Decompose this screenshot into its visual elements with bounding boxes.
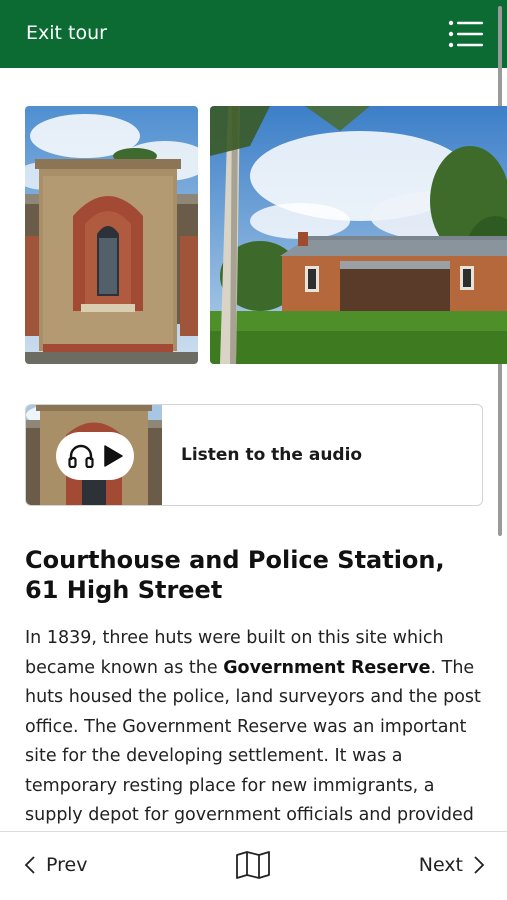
body-text-part2: . The huts housed the police, land surve… [25,657,481,826]
courthouse-facade-photo[interactable] [25,106,198,364]
article-body: In 1839, three huts were built on this s… [25,624,485,831]
government-reserve-bold: Government Reserve [223,657,431,678]
prev-label: Prev [46,854,88,876]
next-button[interactable]: Next [419,852,485,878]
map-icon[interactable] [235,850,271,880]
chevron-right-icon [474,856,485,874]
audio-play-pill[interactable] [56,432,134,480]
listen-audio-card[interactable]: Listen to the audio [25,404,483,506]
headphones-icon [68,444,94,468]
police-station-building-photo[interactable] [210,106,507,364]
next-label: Next [418,854,463,876]
listen-audio-label: Listen to the audio [181,445,363,465]
bottom-nav-bar: Prev Next [0,831,507,900]
top-bar: Exit tour [0,0,507,68]
chevron-left-icon [24,856,35,874]
prev-button[interactable]: Prev [24,852,87,878]
menu-list-icon[interactable] [448,20,484,48]
audio-thumbnail [26,405,162,505]
play-icon [104,445,123,467]
exit-tour-button[interactable]: Exit tour [26,22,107,44]
page-title: Courthouse and Police Station, 61 High S… [25,546,445,604]
